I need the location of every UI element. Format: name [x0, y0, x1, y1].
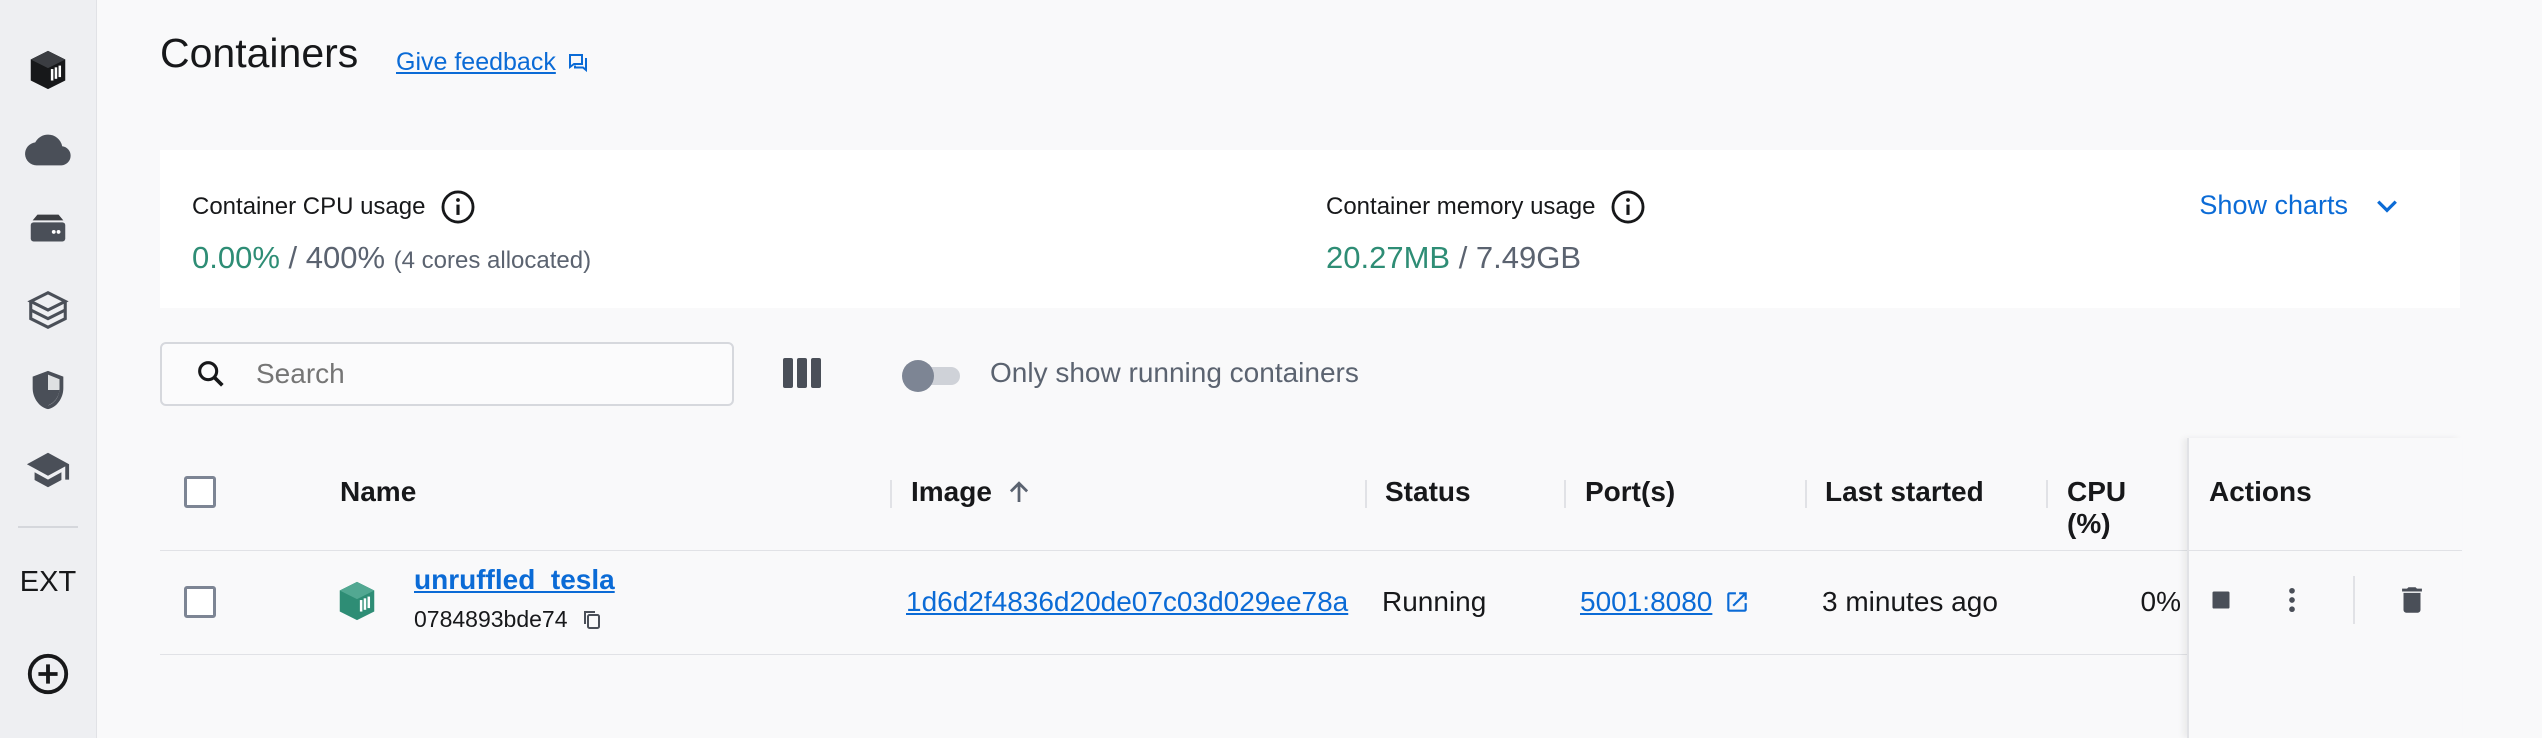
main-content: Containers Give feedback Container CPU u… — [96, 0, 2542, 738]
cpu-usage-label: Container CPU usage — [192, 188, 477, 226]
container-name-link[interactable]: unruffled_tesla — [414, 564, 615, 596]
cpu-total-value: / 400% — [279, 240, 386, 275]
sort-ascending-icon — [1009, 481, 1029, 502]
memory-usage-value: 20.27MB / 7.49GB — [1326, 240, 1581, 276]
status-text: Running — [1382, 586, 1487, 617]
volumes-icon[interactable] — [24, 206, 72, 254]
cpu-cores-note: (4 cores allocated) — [393, 247, 592, 274]
last-started-text: 3 minutes ago — [1822, 586, 1998, 617]
search-icon — [198, 361, 224, 387]
usage-stats-card: Container CPU usage 0.00% / 400% (4 core… — [160, 150, 2460, 308]
memory-usage-label-text: Container memory usage — [1326, 193, 1596, 220]
column-ports-label: Port(s) — [1585, 476, 1676, 507]
chevron-down-icon — [2377, 199, 2397, 213]
container-icon — [339, 581, 375, 621]
column-separator[interactable] — [1365, 480, 1367, 508]
column-header-ports[interactable]: Port(s) — [1585, 476, 1675, 508]
containers-table: Name Image Status Port(s) Last started C… — [160, 438, 2462, 738]
show-charts-button[interactable]: Show charts — [2199, 190, 2402, 221]
actions-divider — [2353, 576, 2355, 624]
actions-column: Actions — [2187, 438, 2462, 738]
feedback-icon — [568, 53, 587, 72]
delete-button[interactable] — [2392, 580, 2432, 620]
column-cpu-label: CPU (%) — [2067, 476, 2127, 539]
add-extension-icon[interactable] — [24, 650, 72, 698]
actions-header-divider — [2189, 550, 2462, 551]
cpu-value: 0% — [2140, 586, 2181, 617]
column-separator[interactable] — [1564, 480, 1566, 508]
security-shield-icon[interactable] — [24, 366, 72, 414]
column-image-label: Image — [911, 476, 992, 507]
info-icon[interactable] — [439, 188, 477, 226]
info-icon[interactable] — [1609, 188, 1647, 226]
search-input[interactable] — [254, 357, 678, 391]
row-checkbox[interactable] — [184, 586, 216, 618]
more-options-button[interactable] — [2272, 580, 2312, 620]
sidebar-divider — [18, 526, 78, 528]
running-only-label: Only show running containers — [990, 357, 1359, 388]
column-separator[interactable] — [1805, 480, 1807, 508]
give-feedback-label[interactable]: Give feedback — [396, 48, 556, 77]
table-row[interactable]: unruffled_tesla 0784893bde74 1d6d2f4836d… — [160, 550, 2460, 655]
containers-icon[interactable] — [24, 46, 72, 94]
memory-usage-label: Container memory usage — [1326, 188, 1647, 226]
page-title: Containers — [160, 30, 359, 76]
column-last-started-label: Last started — [1825, 476, 1984, 507]
stop-icon — [2212, 591, 2230, 609]
column-header-status[interactable]: Status — [1385, 476, 1471, 508]
column-name-label: Name — [340, 476, 417, 507]
container-id-text: 0784893bde74 — [414, 606, 568, 632]
column-header-actions: Actions — [2209, 476, 2312, 508]
trash-icon — [2402, 587, 2422, 613]
toggle-knob — [902, 360, 934, 392]
ports-cell: 5001:8080 — [1580, 586, 1750, 618]
cpu-usage-label-text: Container CPU usage — [192, 193, 426, 220]
give-feedback-link[interactable]: Give feedback — [396, 48, 590, 77]
cpu-used-value: 0.00% — [192, 240, 280, 275]
learning-center-icon[interactable] — [24, 446, 72, 494]
column-selector-icon[interactable] — [782, 356, 822, 390]
column-header-cpu[interactable]: CPU (%) — [2067, 476, 2177, 540]
port-link[interactable]: 5001:8080 — [1580, 586, 1712, 618]
external-link-icon[interactable] — [1724, 589, 1750, 615]
select-all-checkbox[interactable] — [184, 476, 216, 508]
column-separator[interactable] — [2046, 480, 2048, 508]
table-header: Name Image Status Port(s) Last started C… — [160, 438, 2460, 551]
search-box[interactable] — [160, 342, 734, 406]
column-actions-label: Actions — [2209, 476, 2312, 507]
copy-icon[interactable] — [580, 608, 604, 632]
running-only-toggle[interactable] — [902, 360, 960, 392]
column-separator[interactable] — [890, 480, 892, 508]
builds-icon[interactable] — [24, 286, 72, 334]
more-vertical-icon — [2289, 587, 2295, 613]
extensions-label[interactable]: EXT — [0, 566, 96, 599]
cloud-icon[interactable] — [24, 126, 72, 174]
column-header-last-started[interactable]: Last started — [1825, 476, 1984, 508]
show-charts-label[interactable]: Show charts — [2199, 190, 2348, 221]
column-header-image[interactable]: Image — [911, 476, 1034, 508]
memory-total-value: / 7.49GB — [1450, 240, 1582, 275]
image-link[interactable]: 1d6d2f4836d20de07c03d029ee78a — [906, 586, 1366, 618]
column-status-label: Status — [1385, 476, 1471, 507]
column-header-name[interactable]: Name — [340, 476, 416, 508]
stop-button[interactable] — [2201, 580, 2241, 620]
memory-used-value: 20.27MB — [1326, 240, 1451, 275]
cpu-usage-value: 0.00% / 400% (4 cores allocated) — [192, 240, 591, 276]
container-id: 0784893bde74 — [414, 606, 604, 633]
sidebar: EXT — [0, 0, 97, 738]
